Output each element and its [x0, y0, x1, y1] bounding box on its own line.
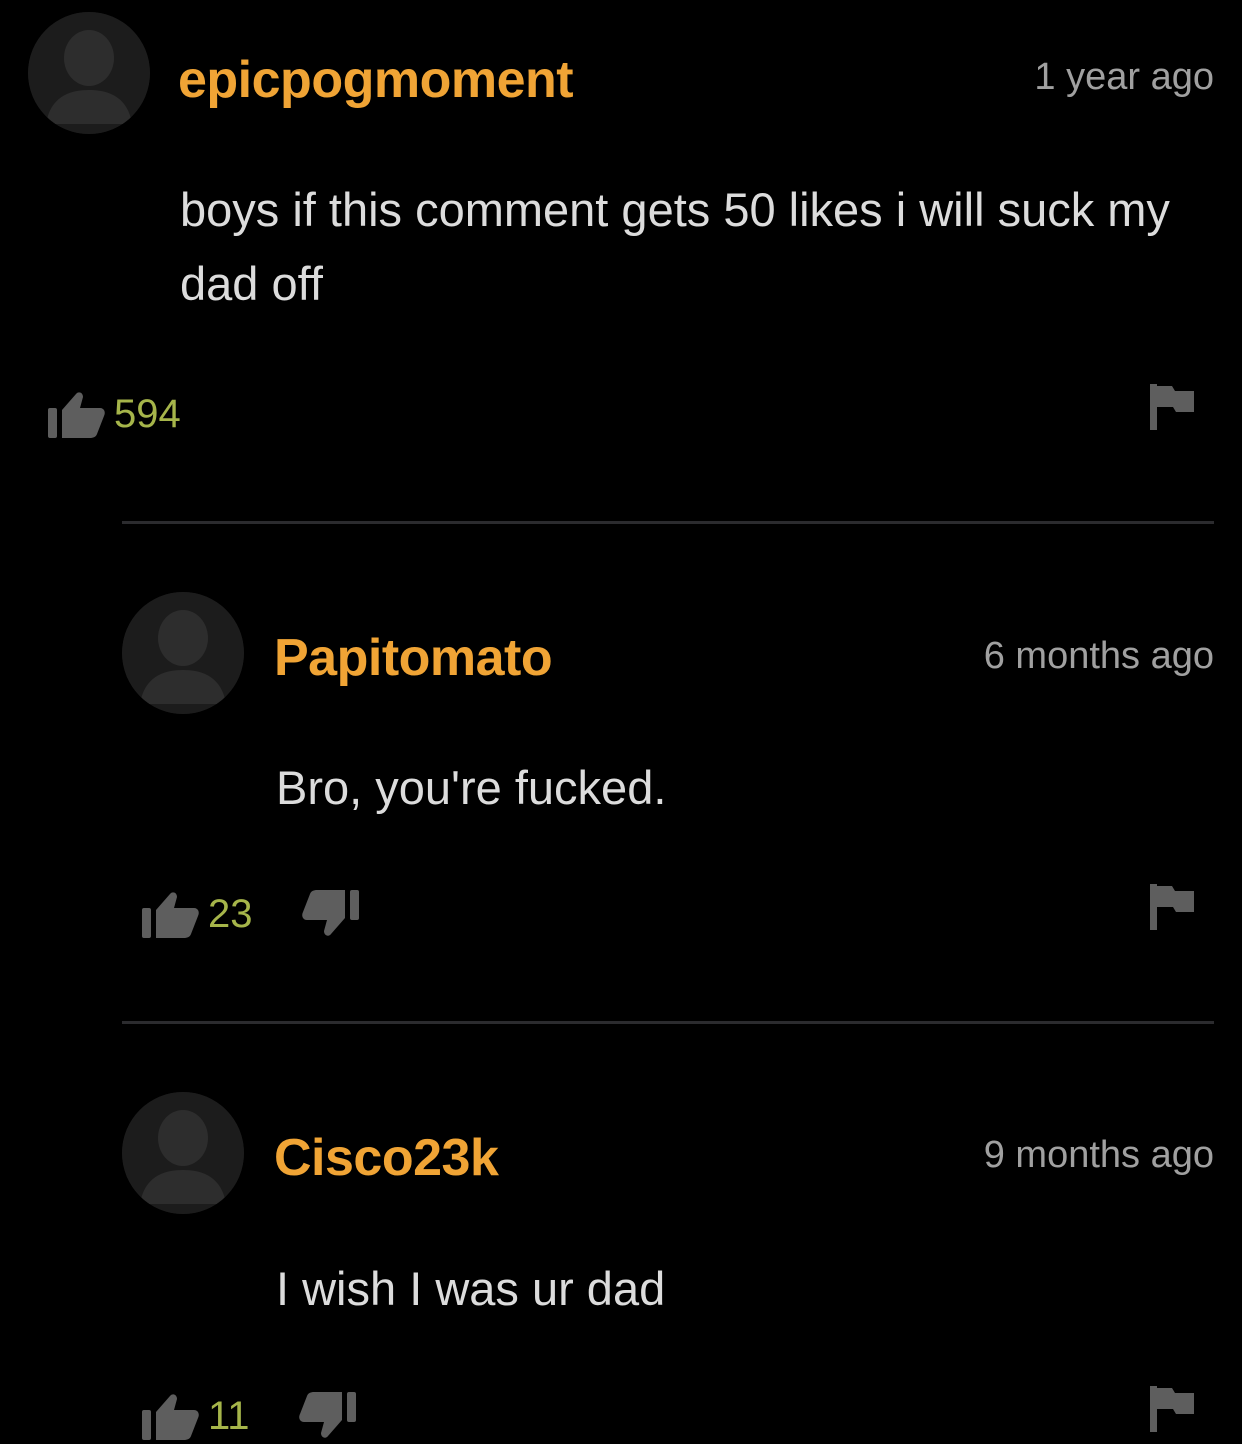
comment-body: Bro, you're fucked.	[276, 761, 667, 814]
thumbs-up-icon[interactable]	[140, 1390, 200, 1442]
flag-icon[interactable]	[1148, 382, 1196, 432]
comment-username[interactable]: epicpogmoment	[178, 50, 574, 110]
avatar-silhouette-icon	[28, 12, 150, 134]
like-count: 11	[208, 1393, 250, 1438]
comment-divider	[122, 1021, 1214, 1024]
comment-2: Papitomato 6 months ago Bro, you're fuck…	[0, 540, 1242, 1020]
comment-timestamp: 9 months ago	[983, 1134, 1214, 1176]
comment-timestamp: 1 year ago	[1034, 56, 1214, 98]
user-avatar[interactable]	[122, 1092, 244, 1214]
like-count: 594	[114, 391, 181, 436]
vote-row: 594	[46, 386, 229, 442]
avatar-silhouette-icon	[122, 1092, 244, 1214]
comment-divider	[122, 521, 1214, 524]
comment-timestamp: 6 months ago	[983, 635, 1214, 677]
comment-username[interactable]: Cisco23k	[274, 1128, 499, 1188]
thumbs-up-icon[interactable]	[140, 888, 200, 940]
vote-row: 23	[140, 886, 361, 942]
avatar-silhouette-icon	[122, 592, 244, 714]
thumbs-up-icon[interactable]	[46, 388, 106, 440]
comment-3: Cisco23k 9 months ago I wish I was ur da…	[0, 1040, 1242, 1440]
user-avatar[interactable]	[28, 12, 150, 134]
thumbs-down-icon[interactable]	[298, 1390, 358, 1442]
comment-1: epicpogmoment 1 year ago boys if this co…	[0, 0, 1242, 520]
comment-body: boys if this comment gets 50 likes i wil…	[180, 183, 1170, 310]
vote-row: 11	[140, 1388, 358, 1444]
flag-icon[interactable]	[1148, 1384, 1196, 1434]
comment-username[interactable]: Papitomato	[274, 628, 553, 688]
user-avatar[interactable]	[122, 592, 244, 714]
thumbs-down-icon[interactable]	[301, 888, 361, 940]
like-count: 23	[208, 891, 253, 936]
comment-body: I wish I was ur dad	[276, 1262, 666, 1315]
flag-icon[interactable]	[1148, 882, 1196, 932]
